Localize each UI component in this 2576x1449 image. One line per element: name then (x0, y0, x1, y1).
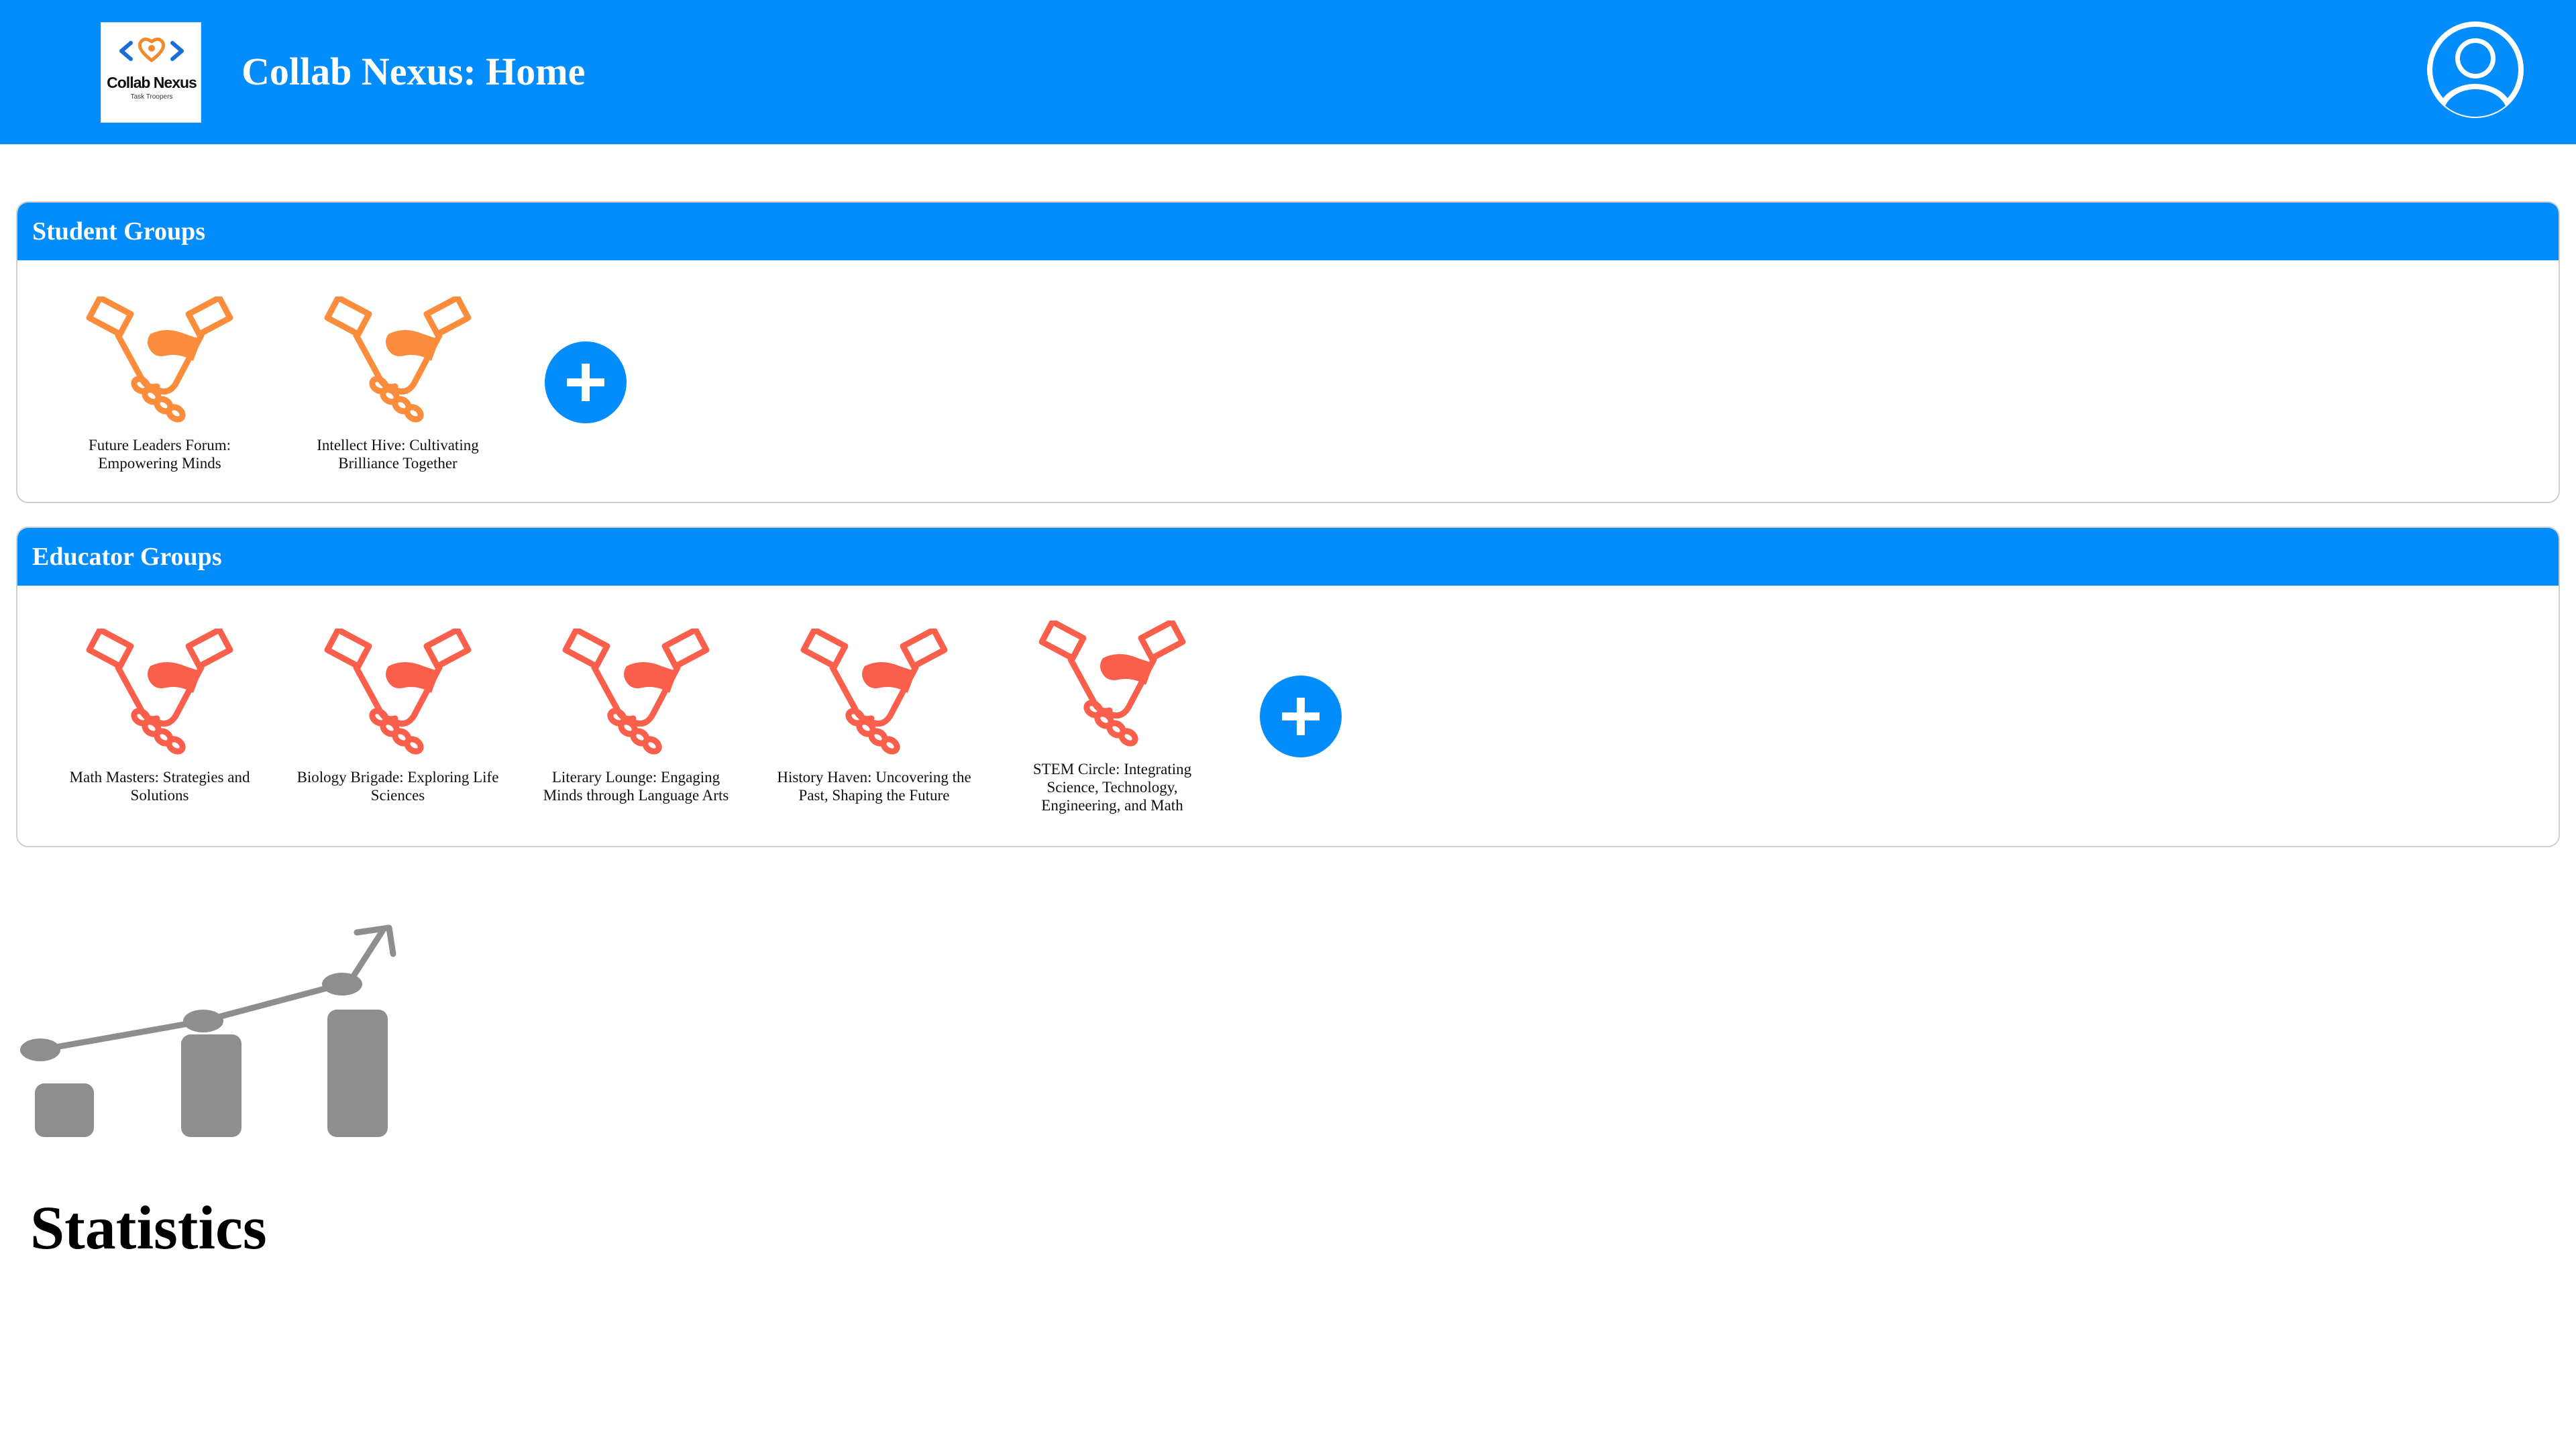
logo-title: Collab Nexus (107, 74, 197, 91)
group-label: Math Masters: Strategies and Solutions (69, 769, 250, 804)
group-card-math-masters[interactable]: Math Masters: Strategies and Solutions (49, 629, 270, 804)
student-groups-title: Student Groups (32, 217, 206, 246)
user-avatar-icon (2427, 21, 2524, 118)
educator-groups-title: Educator Groups (32, 543, 222, 571)
top-app-bar: Collab Nexus Task Troopers Collab Nexus:… (0, 0, 2576, 144)
group-card-literary-lounge[interactable]: Literary Lounge: Engaging Minds through … (525, 629, 747, 804)
handshake-icon (86, 629, 233, 755)
logo-subtitle: Task Troopers (130, 93, 173, 101)
group-label: Literary Lounge: Engaging Minds through … (543, 769, 729, 804)
handshake-icon (86, 297, 233, 423)
handshake-icon (562, 629, 710, 755)
plus-icon (567, 364, 604, 401)
group-label: STEM Circle: Integrating Science, Techno… (1032, 761, 1192, 814)
app-logo[interactable]: Collab Nexus Task Troopers (101, 22, 201, 123)
profile-avatar-button[interactable] (2425, 19, 2526, 120)
group-card-stem-circle[interactable]: STEM Circle: Integrating Science, Techno… (1002, 621, 1223, 814)
group-card-intellect-hive[interactable]: Intellect Hive: Cultivating Brilliance T… (287, 297, 508, 472)
student-groups-header: Student Groups (17, 203, 2559, 260)
group-label: Future Leaders Forum: Empowering Minds (88, 437, 231, 472)
add-student-group-button[interactable] (545, 341, 627, 423)
handshake-icon (800, 629, 948, 755)
page-title: Collab Nexus: Home (241, 50, 586, 93)
group-label: History Haven: Uncovering the Past, Shap… (777, 769, 971, 804)
add-educator-group-button[interactable] (1260, 676, 1342, 757)
statistics-title: Statistics (30, 1193, 267, 1262)
bar-chart-trend-icon (20, 924, 396, 1137)
educator-groups-header: Educator Groups (17, 528, 2559, 586)
group-card-future-leaders-forum[interactable]: Future Leaders Forum: Empowering Minds (49, 297, 270, 472)
statistics-button[interactable] (13, 919, 402, 1150)
handshake-icon (324, 629, 472, 755)
handshake-icon (1038, 621, 1186, 747)
logo-code-handshake-icon (119, 38, 184, 62)
student-groups-panel: Student Groups Future Leaders Forum: Emp… (16, 201, 2560, 503)
educator-groups-panel: Educator Groups Math Masters: Strategies… (16, 527, 2560, 847)
group-label: Biology Brigade: Exploring Life Sciences (297, 769, 499, 804)
handshake-icon (324, 297, 472, 423)
plus-icon (1282, 698, 1320, 735)
group-label: Intellect Hive: Cultivating Brilliance T… (317, 437, 479, 472)
group-card-history-haven[interactable]: History Haven: Uncovering the Past, Shap… (763, 629, 985, 804)
group-card-biology-brigade[interactable]: Biology Brigade: Exploring Life Sciences (287, 629, 508, 804)
